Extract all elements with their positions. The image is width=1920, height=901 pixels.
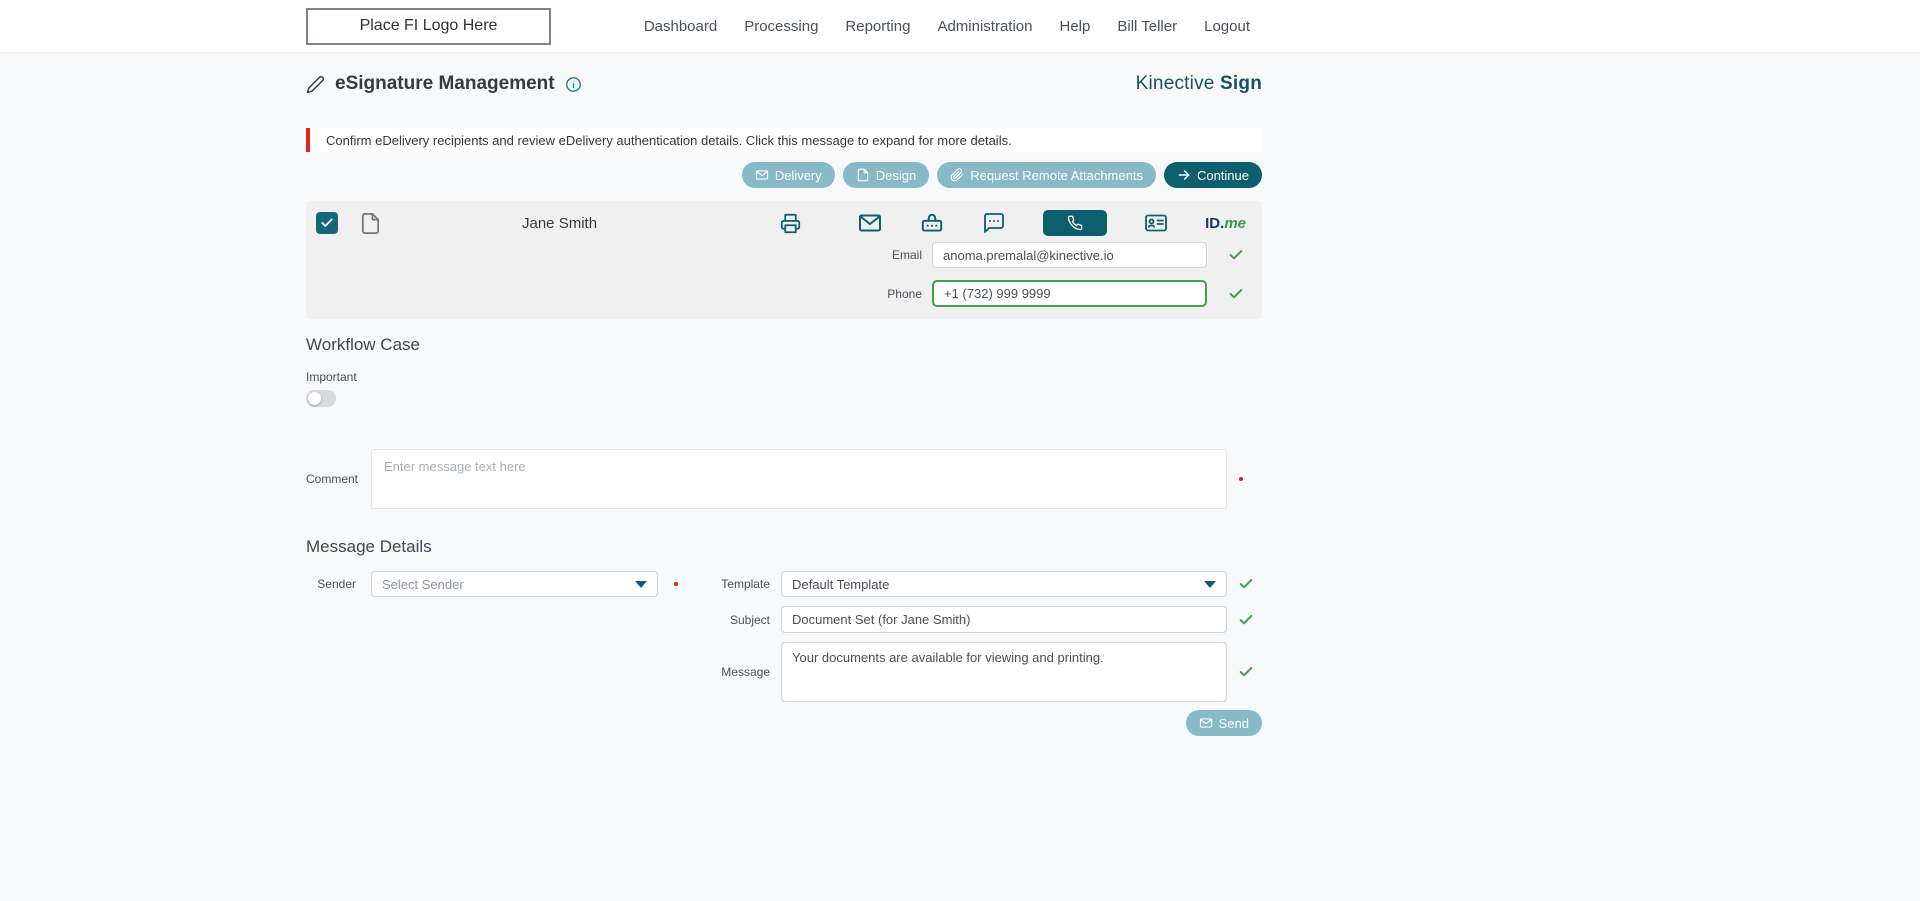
subject-input[interactable]	[781, 606, 1227, 633]
nav-dashboard[interactable]: Dashboard	[644, 18, 717, 35]
recipient-panel: Jane Smith ID.me Email anoma.premalal@ki…	[306, 201, 1262, 319]
email-delivery-icon[interactable]	[858, 211, 882, 235]
printer-icon[interactable]	[780, 213, 801, 234]
message-label: Message	[721, 665, 770, 679]
message-textarea[interactable]: Your documents are available for viewing…	[781, 642, 1227, 702]
message-valid-check-icon	[1238, 664, 1254, 680]
email-valid-check-icon	[1228, 247, 1244, 263]
main-nav: Dashboard Processing Reporting Administr…	[644, 18, 1262, 35]
nav-processing[interactable]: Processing	[744, 18, 818, 35]
check-icon	[321, 218, 333, 227]
request-remote-attachments-button[interactable]: Request Remote Attachments	[937, 162, 1156, 188]
info-icon[interactable]	[565, 76, 582, 93]
delivery-button[interactable]: Delivery	[741, 162, 835, 188]
edelivery-alert-banner[interactable]: Confirm eDelivery recipients and review …	[306, 128, 1262, 152]
workflow-case-heading: Workflow Case	[306, 335, 420, 354]
nav-reporting[interactable]: Reporting	[845, 18, 910, 35]
template-label: Template	[721, 577, 770, 591]
chevron-down-icon	[635, 580, 647, 588]
sms-auth-icon[interactable]	[982, 211, 1006, 235]
email-label: Email	[891, 248, 922, 262]
required-marker	[1239, 477, 1243, 481]
recipient-name: Jane Smith	[522, 214, 598, 232]
subject-label: Subject	[729, 612, 770, 627]
id-card-auth-icon[interactable]	[1144, 211, 1168, 235]
email-input[interactable]	[932, 242, 1207, 268]
send-button[interactable]: Send	[1185, 710, 1262, 736]
important-toggle[interactable]	[306, 390, 336, 407]
page-title: eSignature Management	[335, 73, 555, 94]
signature-pen-icon	[306, 75, 325, 94]
action-buttons-row: Delivery Design Request Remote Attachmen…	[306, 162, 1262, 188]
passcode-auth-icon[interactable]	[919, 210, 945, 236]
recipient-checkbox[interactable]	[316, 212, 338, 234]
envelope-icon	[755, 168, 769, 182]
template-select[interactable]: Default Template	[781, 571, 1227, 597]
chevron-down-icon	[1204, 580, 1216, 588]
design-button[interactable]: Design	[842, 162, 930, 188]
document-icon	[856, 168, 870, 182]
phone-input[interactable]	[932, 280, 1207, 307]
document-preview-icon[interactable]	[359, 212, 382, 235]
nav-user-bill-teller[interactable]: Bill Teller	[1117, 18, 1177, 35]
nav-help[interactable]: Help	[1060, 18, 1091, 35]
top-bar: Place FI Logo Here Dashboard Processing …	[0, 0, 1920, 52]
envelope-icon	[1199, 716, 1213, 730]
phone-valid-check-icon	[1228, 286, 1244, 302]
required-marker	[674, 582, 678, 586]
phone-icon	[1067, 215, 1083, 231]
important-label: Important	[306, 370, 357, 384]
phone-auth-icon-selected[interactable]	[1043, 210, 1108, 236]
subject-valid-check-icon	[1238, 612, 1254, 628]
sender-select[interactable]: Select Sender	[371, 571, 658, 597]
message-details-heading: Message Details	[306, 537, 432, 556]
fi-logo-placeholder: Place FI Logo Here	[306, 7, 551, 45]
arrow-right-icon	[1177, 168, 1191, 182]
kinective-sign-logo: Kinective Sign	[1135, 73, 1262, 94]
phone-label: Phone	[887, 286, 922, 301]
idme-auth-icon[interactable]: ID.me	[1205, 215, 1246, 232]
template-valid-check-icon	[1238, 576, 1254, 592]
paperclip-icon	[950, 168, 964, 182]
sender-label: Sender	[317, 577, 356, 591]
page-title-row: eSignature Management Kinective Sign	[306, 69, 1262, 99]
nav-administration[interactable]: Administration	[937, 18, 1032, 35]
nav-logout[interactable]: Logout	[1204, 18, 1250, 35]
alert-text: Confirm eDelivery recipients and review …	[326, 132, 1012, 148]
continue-button[interactable]: Continue	[1163, 162, 1262, 188]
comment-label: Comment	[306, 472, 359, 486]
toggle-knob	[308, 392, 321, 405]
comment-textarea[interactable]	[371, 449, 1227, 509]
